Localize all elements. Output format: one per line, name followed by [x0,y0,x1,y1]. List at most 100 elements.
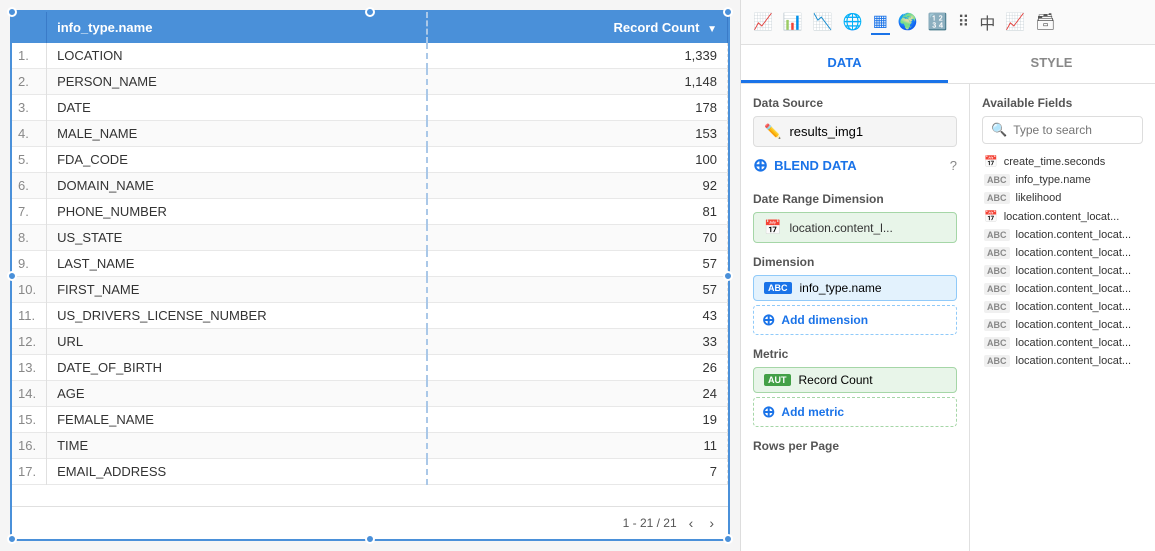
field-list-item[interactable]: ABClocation.content_locat... [982,352,1143,370]
search-box[interactable]: 🔍 [982,116,1143,144]
blend-data-button[interactable]: ⊕ BLEND DATA [753,151,857,180]
row-name: AGE [47,381,427,407]
row-count: 19 [427,407,728,433]
row-num: 9. [12,251,47,277]
area-chart-icon[interactable]: 📉 [811,10,835,34]
dimension-section: Dimension ABC info_type.name ⊕ Add dimen… [753,255,957,335]
tab-data[interactable]: DATA [741,45,948,83]
abc-field-icon: ABC [984,192,1010,204]
search-icon: 🔍 [991,122,1007,138]
field-list-item[interactable]: ABClocation.content_locat... [982,262,1143,280]
handle-br[interactable] [723,534,733,544]
handle-top[interactable] [365,7,375,17]
row-num: 3. [12,95,47,121]
data-source-label: Data Source [753,96,957,110]
handle-tr[interactable] [723,7,733,17]
row-count: 57 [427,251,728,277]
col-header-count[interactable]: Record Count ▼ [427,12,728,43]
table-panel: info_type.name Record Count ▼ 1. LOCATIO… [10,10,730,541]
row-name: DATE [47,95,427,121]
pie-chart-icon[interactable]: 🌐 [841,10,865,34]
table-row: 10. FIRST_NAME 57 [12,277,728,303]
abc-field-icon: ABC [984,319,1010,331]
handle-left[interactable] [7,271,17,281]
table-row: 11. US_DRIVERS_LICENSE_NUMBER 43 [12,303,728,329]
field-list-item[interactable]: ABC location.content_locat... [982,298,1143,316]
field-list-item[interactable]: ABC location.content_locat... [982,226,1143,244]
date-range-box[interactable]: 📅 location.content_l... [753,212,957,243]
pagination-label: 1 - 21 / 21 [623,516,677,530]
data-source-box[interactable]: ✏️ results_img1 [753,116,957,147]
combo-icon[interactable]: 中 [977,8,997,36]
field-list-item[interactable]: ABClocation.content_locat... [982,244,1143,262]
bar-chart-icon[interactable]: 📊 [781,10,805,34]
row-num: 14. [12,381,47,407]
table-row: 2. PERSON_NAME 1,148 [12,69,728,95]
dim-pill-type: ABC [764,282,792,294]
row-count: 1,339 [427,43,728,69]
line-chart-icon[interactable]: 📈 [751,10,775,34]
abc-field-icon: ABC [984,265,1010,277]
blend-help-icon[interactable]: ? [950,158,957,173]
handle-tl[interactable] [7,7,17,17]
field-name: create_time.seconds [1004,156,1106,168]
next-page-button[interactable]: › [705,513,718,533]
scorecard-icon[interactable]: 🔢 [926,10,950,34]
data-table: info_type.name Record Count ▼ 1. LOCATIO… [12,12,728,485]
row-count: 24 [427,381,728,407]
table-row: 3. DATE 178 [12,95,728,121]
add-dimension-button[interactable]: ⊕ Add dimension [753,305,957,335]
row-count: 70 [427,225,728,251]
field-list-item[interactable]: 📅 location.content_locat... [982,207,1143,226]
field-list-item[interactable]: ABCinfo_type.name [982,171,1143,189]
search-input[interactable] [1013,123,1134,137]
row-count: 7 [427,459,728,485]
table-row: 1. LOCATION 1,339 [12,43,728,69]
dimension-label: Dimension [753,255,957,269]
field-list-item[interactable]: ABClocation.content_locat... [982,316,1143,334]
row-count: 153 [427,121,728,147]
row-num: 10. [12,277,47,303]
field-list-item[interactable]: ABClikelihood [982,189,1143,207]
treemap-icon[interactable]: 📈 [1003,10,1027,34]
met-pill-type: AUT [764,374,791,386]
handle-bl[interactable] [7,534,17,544]
handle-right[interactable] [723,271,733,281]
table-row: 7. PHONE_NUMBER 81 [12,199,728,225]
field-list-item[interactable]: 📅create_time.seconds [982,152,1143,171]
field-name: location.content_locat... [1004,211,1120,223]
row-num: 15. [12,407,47,433]
calendar-field-icon: 📅 [984,210,998,223]
field-name: location.content_locat... [1016,283,1132,295]
prev-page-button[interactable]: ‹ [685,513,698,533]
field-list-item[interactable]: ABC location.content_locat... [982,334,1143,352]
abc-field-icon: ABC [984,301,1010,313]
table-row: 9. LAST_NAME 57 [12,251,728,277]
field-name: location.content_locat... [1016,301,1132,313]
scatter-icon[interactable]: ⠿ [956,10,972,34]
field-list-item[interactable]: ABClocation.content_locat... [982,280,1143,298]
row-name: FEMALE_NAME [47,407,427,433]
abc-field-icon: ABC [984,174,1010,186]
abc-field-icon: ABC [984,229,1010,241]
abc-field-icon: ABC [984,337,1010,349]
row-num: 12. [12,329,47,355]
geo-chart-icon[interactable]: 🌍 [896,10,920,34]
row-num: 7. [12,199,47,225]
field-name: location.content_locat... [1016,229,1132,241]
tab-style[interactable]: STYLE [948,45,1155,83]
handle-bottom[interactable] [365,534,375,544]
row-name: US_DRIVERS_LICENSE_NUMBER [47,303,427,329]
table-chart-icon[interactable]: ▦ [871,9,890,35]
dimension-pill[interactable]: ABC info_type.name [753,275,957,301]
metric-section: Metric AUT Record Count ⊕ Add metric [753,347,957,427]
add-metric-button[interactable]: ⊕ Add metric [753,397,957,427]
metric-pill[interactable]: AUT Record Count [753,367,957,393]
row-name: FDA_CODE [47,147,427,173]
abc-field-icon: ABC [984,247,1010,259]
row-num: 13. [12,355,47,381]
pivot-icon[interactable]: 🗃 [1033,10,1057,34]
field-name: location.content_locat... [1016,337,1132,349]
row-count: 178 [427,95,728,121]
rows-per-page-section: Rows per Page [753,439,957,453]
